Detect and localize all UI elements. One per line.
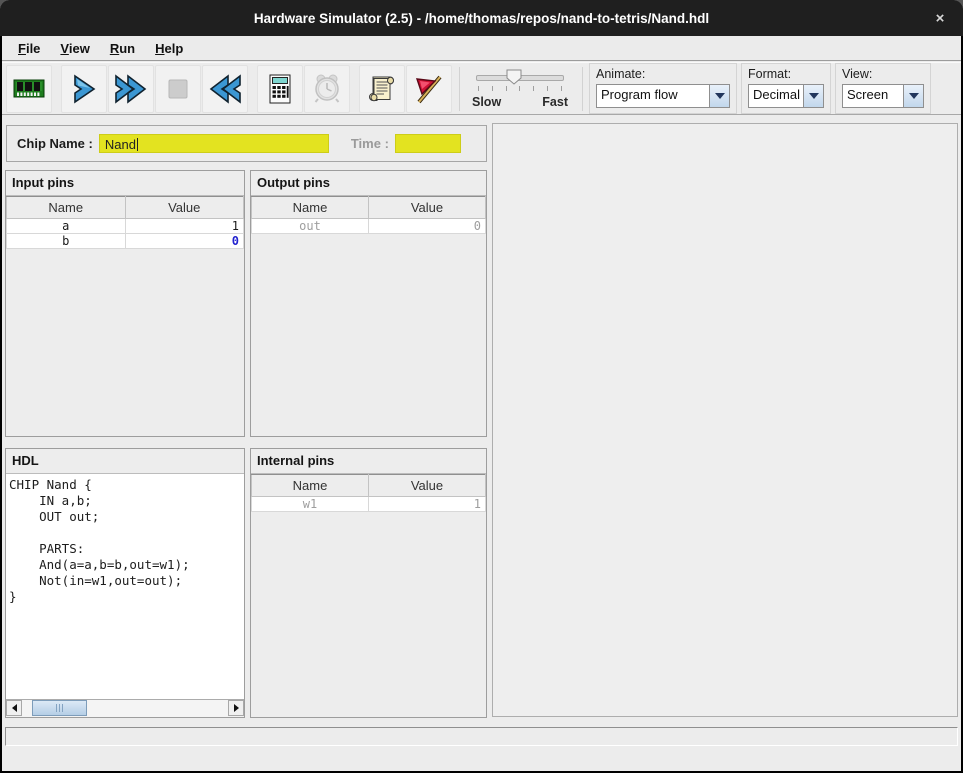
table-row: out 0 — [252, 219, 486, 234]
speed-slider[interactable]: Slow Fast — [472, 66, 568, 112]
chip-header-panel: Chip Name : Nand Time : — [6, 125, 487, 162]
output-pins-title: Output pins — [251, 171, 486, 196]
input-pins-title: Input pins — [6, 171, 244, 196]
status-bar — [5, 727, 958, 746]
hdl-horizontal-scrollbar[interactable] — [6, 699, 244, 717]
run-button[interactable] — [108, 65, 154, 113]
format-group: Format: Decimal — [741, 63, 831, 114]
column-header-value: Value — [369, 475, 486, 497]
code-line — [9, 525, 244, 541]
single-step-icon — [68, 72, 100, 106]
time-field — [395, 134, 461, 153]
calculator-button[interactable] — [257, 65, 303, 113]
input-pins-panel: Input pins Name Value a 1 b 0 — [5, 170, 245, 437]
chip-name-label: Chip Name : — [17, 136, 93, 151]
code-line: } — [9, 589, 244, 605]
format-select[interactable]: Decimal — [748, 84, 824, 108]
table-row: b 0 — [7, 234, 244, 249]
clock-button[interactable] — [304, 65, 350, 113]
chip-name-input[interactable]: Nand — [99, 134, 329, 153]
column-header-name: Name — [7, 197, 126, 219]
code-line: And(a=a,b=b,out=w1); — [9, 557, 244, 573]
view-group: View: Screen — [835, 63, 931, 114]
internal-pins-panel: Internal pins Name Value w1 1 — [250, 448, 487, 718]
column-header-value: Value — [125, 197, 244, 219]
scroll-left-button[interactable] — [6, 700, 22, 716]
pin-name-cell: w1 — [252, 497, 369, 512]
pin-name-cell: a — [7, 219, 126, 234]
reset-button[interactable] — [202, 65, 248, 113]
slider-slow-label: Slow — [472, 95, 501, 109]
reset-icon — [206, 72, 244, 106]
format-selected-value: Decimal — [749, 85, 803, 107]
window-title: Hardware Simulator (2.5) - /home/thomas/… — [254, 11, 709, 26]
close-button[interactable]: × — [927, 5, 953, 31]
screen-display-area — [492, 123, 958, 717]
menu-file[interactable]: File — [8, 38, 50, 59]
calculator-icon — [263, 72, 297, 106]
title-bar[interactable]: Hardware Simulator (2.5) - /home/thomas/… — [0, 0, 963, 36]
text-caret — [137, 138, 138, 151]
script-button[interactable] — [359, 65, 405, 113]
pin-value-cell[interactable]: 0 — [125, 234, 244, 249]
table-row: w1 1 — [252, 497, 486, 512]
time-label: Time : — [351, 136, 389, 151]
output-pins-panel: Output pins Name Value out 0 — [250, 170, 487, 437]
clock-icon — [310, 72, 344, 106]
hdl-title: HDL — [6, 449, 244, 474]
single-step-button[interactable] — [61, 65, 107, 113]
animate-group: Animate: Program flow — [589, 63, 737, 114]
menu-view[interactable]: View — [50, 38, 99, 59]
breakpoint-flag-icon — [412, 72, 446, 106]
chevron-down-icon[interactable] — [803, 85, 823, 107]
memory-chip-icon — [11, 71, 47, 107]
pin-value-cell[interactable]: 1 — [125, 219, 244, 234]
hdl-panel: HDL CHIP Nand { IN a,b; OUT out; PARTS: … — [5, 448, 245, 718]
code-line: PARTS: — [9, 541, 244, 557]
table-row: a 1 — [7, 219, 244, 234]
menu-run[interactable]: Run — [100, 38, 145, 59]
scrollbar-track[interactable] — [22, 700, 228, 717]
animate-select[interactable]: Program flow — [596, 84, 730, 108]
column-header-value: Value — [369, 197, 486, 219]
chevron-down-icon[interactable] — [903, 85, 923, 107]
stop-icon — [161, 72, 195, 106]
code-line: OUT out; — [9, 509, 244, 525]
view-selected-value: Screen — [843, 85, 903, 107]
pin-value-cell: 0 — [369, 219, 486, 234]
hdl-code-view: CHIP Nand { IN a,b; OUT out; PARTS: And(… — [6, 474, 244, 700]
internal-pins-table: Name Value w1 1 — [251, 474, 486, 512]
slider-ticks — [478, 86, 562, 91]
breakpoints-button[interactable] — [406, 65, 452, 113]
pin-value-cell: 1 — [369, 497, 486, 512]
view-label: View: — [842, 67, 924, 81]
run-icon — [112, 72, 150, 106]
hardware-simulator-window: Hardware Simulator (2.5) - /home/thomas/… — [0, 0, 963, 773]
animate-label: Animate: — [596, 67, 730, 81]
code-line: IN a,b; — [9, 493, 244, 509]
pin-name-cell: out — [252, 219, 369, 234]
load-chip-button[interactable] — [6, 65, 52, 113]
toolbar: Slow Fast Animate: Program flow Format: … — [2, 62, 961, 115]
format-label: Format: — [748, 67, 824, 81]
output-pins-table: Name Value out 0 — [251, 196, 486, 234]
column-header-name: Name — [252, 475, 369, 497]
slider-fast-label: Fast — [542, 95, 568, 109]
stop-button[interactable] — [155, 65, 201, 113]
chevron-down-icon[interactable] — [709, 85, 729, 107]
code-line: CHIP Nand { — [9, 477, 244, 493]
internal-pins-title: Internal pins — [251, 449, 486, 474]
animate-selected-value: Program flow — [597, 85, 709, 107]
script-icon — [365, 72, 399, 106]
menu-bar: File View Run Help — [2, 36, 961, 61]
scrollbar-thumb[interactable] — [32, 700, 87, 716]
column-header-name: Name — [252, 197, 369, 219]
menu-help[interactable]: Help — [145, 38, 193, 59]
view-select[interactable]: Screen — [842, 84, 924, 108]
code-line: Not(in=w1,out=out); — [9, 573, 244, 589]
scroll-right-button[interactable] — [228, 700, 244, 716]
input-pins-table: Name Value a 1 b 0 — [6, 196, 244, 249]
pin-name-cell: b — [7, 234, 126, 249]
